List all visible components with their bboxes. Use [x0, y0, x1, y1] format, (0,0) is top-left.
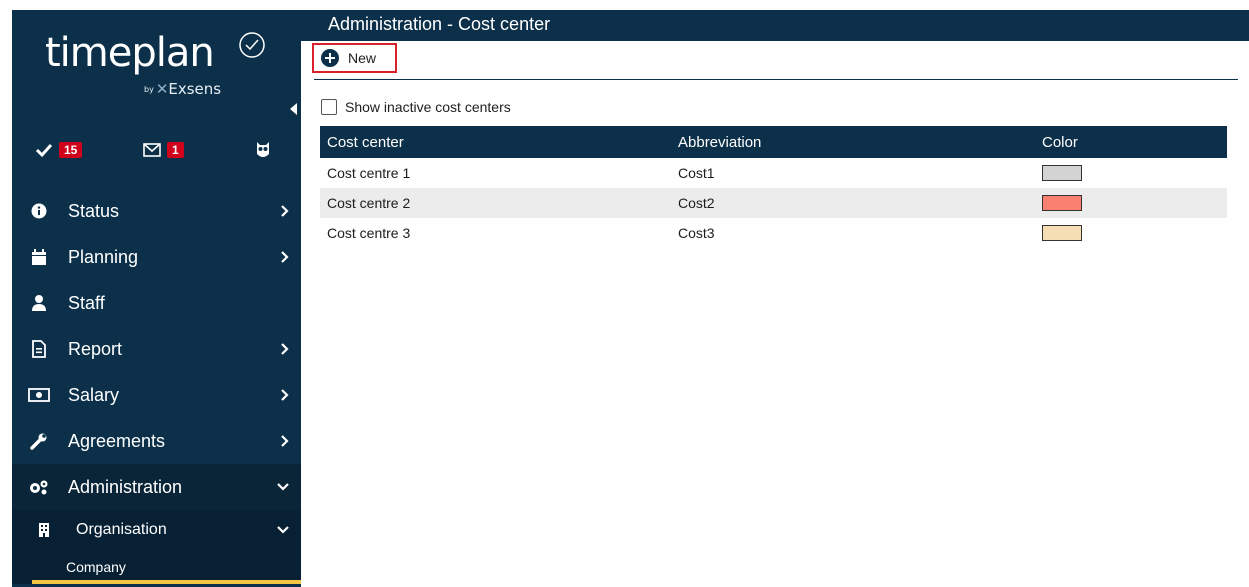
sidebar-item-agreements[interactable]: Agreements — [12, 418, 301, 464]
new-button-label: New — [348, 50, 377, 66]
logo-brand: by ✕Exsens — [144, 80, 222, 98]
chevron-down-icon — [277, 510, 289, 550]
sidebar-item-label: Salary — [68, 384, 120, 405]
sidebar-item-label: Planning — [68, 246, 139, 267]
building-icon — [38, 522, 50, 538]
sidebar-item-label: Agreements — [68, 430, 166, 451]
chevron-down-icon — [277, 464, 289, 510]
wrench-icon — [28, 430, 50, 452]
table-header: Cost center Abbreviation Color — [320, 126, 1227, 158]
table-row[interactable]: Cost centre 3 Cost3 — [320, 218, 1227, 248]
show-inactive-label[interactable]: Show inactive cost centers — [345, 99, 511, 115]
sidebar-item-status[interactable]: Status — [12, 188, 301, 234]
sidebar-item-label: Administration — [68, 476, 183, 497]
cost-center-abbreviation: Cost1 — [678, 165, 715, 181]
sidebar: timeplan by ✕Exsens 15 1 Status Planning… — [12, 10, 301, 587]
chevron-right-icon — [281, 372, 289, 418]
owl-icon — [257, 142, 269, 157]
tasks-indicator[interactable]: 15 — [35, 138, 83, 162]
column-header-abbreviation[interactable]: Abbreviation — [678, 134, 761, 151]
sidebar-nav: Status Planning Staff Report Salary Agre… — [12, 188, 301, 584]
table-row[interactable]: Cost centre 2 Cost2 — [320, 188, 1227, 218]
file-icon — [28, 338, 50, 360]
clock-icon — [239, 32, 265, 58]
cogs-icon — [28, 476, 50, 498]
sidebar-item-report[interactable]: Report — [12, 326, 301, 372]
calendar-icon — [28, 246, 50, 268]
sidebar-icons-row: 15 1 — [12, 138, 301, 168]
active-underline — [32, 580, 301, 584]
messages-badge: 1 — [167, 142, 184, 158]
color-swatch — [1042, 165, 1082, 181]
color-swatch — [1042, 225, 1082, 241]
info-circle-icon — [28, 200, 50, 222]
user-icon — [28, 292, 50, 314]
cost-center-table: Cost center Abbreviation Color Cost cent… — [320, 126, 1227, 248]
cost-center-abbreviation: Cost3 — [678, 225, 715, 241]
money-icon — [28, 384, 50, 406]
new-button[interactable]: New — [312, 43, 397, 73]
sidebar-item-salary[interactable]: Salary — [12, 372, 301, 418]
sidebar-subitem-label: Organisation — [76, 521, 167, 538]
header-bar: Administration - Cost center — [301, 10, 1249, 41]
chevron-right-icon — [281, 234, 289, 280]
collapse-sidebar-button[interactable] — [290, 103, 297, 115]
logo: timeplan by ✕Exsens — [45, 22, 275, 102]
show-inactive-checkbox[interactable] — [321, 99, 337, 115]
envelope-icon — [143, 143, 161, 157]
cost-center-abbreviation: Cost2 — [678, 195, 715, 211]
table-row[interactable]: Cost centre 1 Cost1 — [320, 158, 1227, 188]
plus-circle-icon — [321, 49, 339, 67]
sidebar-item-planning[interactable]: Planning — [12, 234, 301, 280]
chevron-right-icon — [281, 188, 289, 234]
cost-center-name: Cost centre 2 — [327, 195, 411, 211]
sidebar-item-label: Report — [68, 338, 123, 359]
check-icon — [35, 143, 53, 158]
column-header-cost-center[interactable]: Cost center — [327, 134, 404, 151]
toolbar-divider — [314, 79, 1238, 80]
owl-button[interactable] — [255, 138, 271, 162]
chevron-right-icon — [281, 418, 289, 464]
logo-text: timeplan — [45, 30, 215, 76]
sidebar-subsubitem-label: Company — [66, 559, 126, 575]
sidebar-item-label: Status — [68, 200, 120, 221]
cost-center-name: Cost centre 1 — [327, 165, 411, 181]
page-title: Administration - Cost center — [328, 14, 551, 34]
cost-center-name: Cost centre 3 — [327, 225, 411, 241]
exsens-mark: ✕ — [155, 80, 169, 98]
sidebar-item-administration[interactable]: Administration — [12, 464, 301, 510]
column-header-color[interactable]: Color — [1042, 134, 1078, 151]
chevron-right-icon — [281, 326, 289, 372]
sidebar-item-label: Staff — [68, 292, 105, 313]
sidebar-subsubitem-company[interactable]: Company — [12, 550, 301, 584]
sidebar-item-staff[interactable]: Staff — [12, 280, 301, 326]
sidebar-subitem-organisation[interactable]: Organisation — [12, 510, 301, 550]
color-swatch — [1042, 195, 1082, 211]
tasks-badge: 15 — [59, 142, 83, 158]
messages-indicator[interactable]: 1 — [143, 138, 184, 162]
show-inactive-filter: Show inactive cost centers — [321, 97, 511, 117]
